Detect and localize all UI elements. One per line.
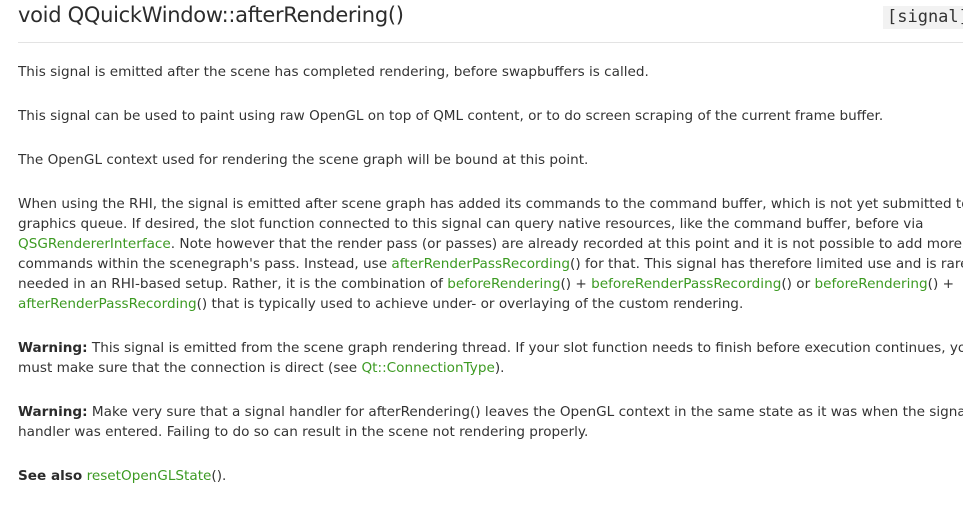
paragraph-text: This signal is emitted after the scene h… <box>18 64 649 80</box>
rhi-line-5-text-c: () or <box>781 276 815 292</box>
warning-state-line-1: Warning: Make very sure that a signal ha… <box>18 402 963 422</box>
rhi-line-5: needed in an RHI-based setup. Rather, it… <box>18 274 963 294</box>
rhi-line-6: afterRenderPassRecording() that is typic… <box>18 294 963 314</box>
rhi-line-3: QSGRendererInterface. Note however that … <box>18 234 963 254</box>
link-beforerendering[interactable]: beforeRendering <box>447 276 560 292</box>
link-beforerendering-2[interactable]: beforeRendering <box>814 276 927 292</box>
warning-label: Warning: <box>18 404 88 420</box>
warning-thread-text: This signal is emitted from the scene gr… <box>87 340 963 356</box>
warning-state-text: Make very sure that a signal handler for… <box>87 404 963 420</box>
doc-page: void QQuickWindow::afterRendering() [sig… <box>0 0 963 528</box>
paragraph-context: The OpenGL context used for rendering th… <box>18 150 588 170</box>
paragraph-warning-state: Warning: Make very sure that a signal ha… <box>18 402 963 442</box>
paragraph-emitted: This signal is emitted after the scene h… <box>18 62 649 82</box>
rhi-line-4-text-a: commands within the scenegraph's pass. I… <box>18 256 392 272</box>
paragraph-see-also: See also resetOpenGLState(). <box>18 466 226 486</box>
rhi-line-3-text: . Note however that the render pass (or … <box>170 236 962 252</box>
rhi-line-5-text-b: () + <box>560 276 592 292</box>
function-title: void QQuickWindow::afterRendering() <box>18 3 404 27</box>
rhi-line-2: graphics queue. If desired, the slot fun… <box>18 216 924 232</box>
rhi-line-4: commands within the scenegraph's pass. I… <box>18 254 963 274</box>
warning-thread-text-a: must make sure that the connection is di… <box>18 360 362 376</box>
link-qsgrendererinterface[interactable]: QSGRendererInterface <box>18 236 171 252</box>
warning-state-line-2: handler was entered. Failing to do so ca… <box>18 424 589 440</box>
signal-tag: [signal] <box>883 6 963 29</box>
rhi-line-5-text-a: needed in an RHI-based setup. Rather, it… <box>18 276 448 292</box>
link-qt-connectiontype[interactable]: Qt::ConnectionType <box>361 360 494 376</box>
warning-thread-text-b: ). <box>494 360 505 376</box>
paragraph-text: The OpenGL context used for rendering th… <box>18 152 589 168</box>
paragraph-text: This signal can be used to paint using r… <box>18 108 884 124</box>
see-also-label: See also <box>18 468 83 484</box>
warning-thread-line-2: must make sure that the connection is di… <box>18 358 963 378</box>
paragraph-usage: This signal can be used to paint using r… <box>18 106 883 126</box>
warning-label: Warning: <box>18 340 88 356</box>
link-afterrenderpassrecording[interactable]: afterRenderPassRecording <box>391 256 570 272</box>
paragraph-warning-thread: Warning: This signal is emitted from the… <box>18 338 963 378</box>
see-also-line: See also resetOpenGLState(). <box>18 466 226 486</box>
link-beforerenderpassrecording[interactable]: beforeRenderPassRecording <box>591 276 781 292</box>
function-header: void QQuickWindow::afterRendering() [sig… <box>18 0 963 43</box>
rhi-line-1: When using the RHI, the signal is emitte… <box>18 196 963 212</box>
rhi-line-6-text: () that is typically used to achieve und… <box>196 296 744 312</box>
link-afterrenderpassrecording-2[interactable]: afterRenderPassRecording <box>18 296 197 312</box>
warning-thread-line-1: Warning: This signal is emitted from the… <box>18 338 963 358</box>
see-also-text: (). <box>211 468 227 484</box>
rhi-line-4-text-b: () for that. This signal has therefore l… <box>570 256 963 272</box>
paragraph-rhi: When using the RHI, the signal is emitte… <box>18 194 963 314</box>
link-resetopenglstate[interactable]: resetOpenGLState <box>87 468 212 484</box>
rhi-line-5-text-d: () + <box>927 276 954 292</box>
